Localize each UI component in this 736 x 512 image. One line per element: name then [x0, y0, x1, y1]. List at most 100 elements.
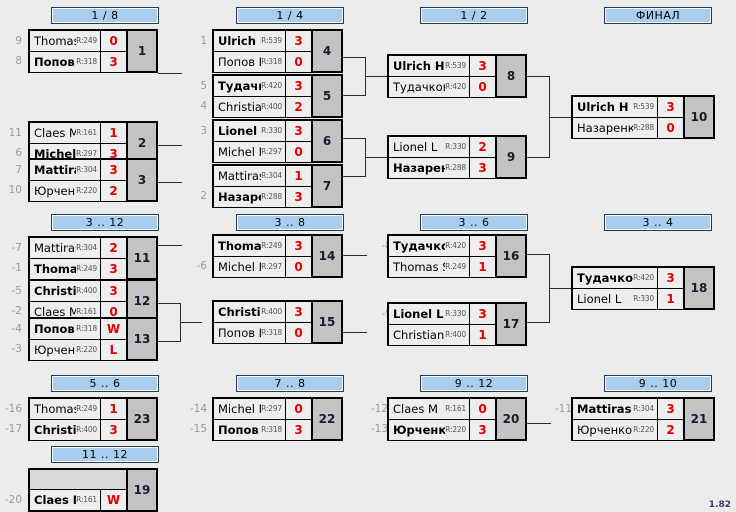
match-1-row-top[interactable]: Thomas S R:249 0 [30, 31, 126, 52]
round-header-1-8[interactable]: 1 / 8 [51, 7, 159, 24]
match-17[interactable]: Lionel L R:330 3 Christian B R:400 1 17 [387, 302, 527, 346]
match-12-row-top[interactable]: Christian B R:400 3 [30, 281, 126, 302]
match-3-row-bottom[interactable]: Юрченко С R:220 2 [30, 181, 126, 201]
match-5-row-top[interactable]: Тудачков А R:420 3 [214, 76, 311, 97]
match-19-row-bottom[interactable]: Claes M R:161 W [30, 490, 126, 510]
player-score: W [100, 490, 126, 510]
round-header-9-10[interactable]: 9 .. 10 [604, 375, 712, 392]
match-9-row-top[interactable]: Lionel L R:330 2 [389, 137, 495, 158]
connector-into-m9 [365, 157, 387, 158]
match-6[interactable]: Lionel L R:330 3 Michel M R:297 0 6 [212, 119, 343, 163]
match-16[interactable]: Тудачков А R:420 3 Thomas S R:249 1 16 [387, 234, 527, 278]
round-header-final[interactable]: ФИНАЛ [604, 7, 712, 24]
match-15-row-top[interactable]: Christian B R:400 3 [214, 302, 311, 323]
player-rating: R:420 [633, 273, 654, 282]
match-5-row-bottom[interactable]: Christian B R:400 2 [214, 97, 311, 117]
player-rating: R:220 [76, 186, 97, 195]
match-5[interactable]: Тудачков А R:420 3 Christian B R:400 2 5 [212, 74, 343, 118]
round-header-9-12[interactable]: 9 .. 12 [420, 375, 528, 392]
match-16-row-top[interactable]: Тудачков А R:420 3 [389, 236, 495, 257]
match-17-row-top[interactable]: Lionel L R:330 3 [389, 304, 495, 325]
match-1-row-bottom[interactable]: Попов И R:318 3 [30, 52, 126, 72]
player-score: 0 [285, 142, 311, 162]
match-22[interactable]: Michel M R:297 0 Попов И R:318 3 22 [212, 397, 343, 441]
match-9-row-bottom[interactable]: Назаренко М R:288 3 [389, 158, 495, 178]
match-2-row-top[interactable]: Claes M R:161 1 [30, 123, 126, 144]
match-8-row-bottom[interactable]: Тудачков А R:420 0 [389, 77, 495, 97]
match-14-row-top[interactable]: Thomas S R:249 3 [214, 236, 311, 257]
match-17-row-bottom[interactable]: Christian B R:400 1 [389, 325, 495, 345]
match-18-row-top[interactable]: Тудачков А R:420 3 [573, 268, 683, 289]
match-12-rows: Christian B R:400 3 Claes M R:161 0 [30, 281, 126, 322]
match-1[interactable]: Thomas S R:249 0 Попов И R:318 3 1 [28, 29, 158, 73]
player-name: Christian B [218, 100, 262, 114]
match-22-row-bottom[interactable]: Попов И R:318 3 [214, 420, 311, 440]
player-name: Ulrich H [218, 34, 261, 48]
round-header-11-12[interactable]: 11 .. 12 [51, 446, 159, 463]
match-10-row-top[interactable]: Ulrich H R:539 3 [573, 97, 683, 118]
match-19[interactable]: Claes M R:161 W 19 [28, 468, 158, 512]
round-header-3-6[interactable]: 3 .. 6 [420, 214, 528, 231]
match-21-row-top[interactable]: Mattiras S R:304 3 [573, 399, 683, 420]
player-name: Попов И [34, 55, 76, 69]
match-8-row-top[interactable]: Ulrich H R:539 3 [389, 56, 495, 77]
player-rating: R:330 [445, 142, 466, 151]
player-score: 0 [657, 118, 683, 138]
match-8[interactable]: Ulrich H R:539 3 Тудачков А R:420 0 8 [387, 54, 527, 98]
match-6-row-bottom[interactable]: Michel M R:297 0 [214, 142, 311, 162]
round-header-5-6[interactable]: 5 .. 6 [51, 375, 159, 392]
match-14[interactable]: Thomas S R:249 3 Michel M R:297 0 14 [212, 234, 343, 278]
match-15-row-bottom[interactable]: Попов И R:318 0 [214, 323, 311, 343]
round-header-7-8[interactable]: 7 .. 8 [236, 375, 344, 392]
match-3[interactable]: Mattiras S R:304 3 Юрченко С R:220 2 3 [28, 158, 158, 202]
player-name: Christian B [393, 328, 445, 342]
match-20-row-bottom[interactable]: Юрченко С R:220 3 [389, 420, 495, 440]
match-3-row-top[interactable]: Mattiras S R:304 3 [30, 160, 126, 181]
match-10-row-bottom[interactable]: Назаренко М R:288 0 [573, 118, 683, 138]
seed-m4-top: 1 [200, 35, 207, 47]
match-20-row-top[interactable]: Claes M R:161 0 [389, 399, 495, 420]
match-22-rows: Michel M R:297 0 Попов И R:318 3 [214, 399, 311, 440]
match-15[interactable]: Christian B R:400 3 Попов И R:318 0 15 [212, 300, 343, 344]
match-6-row-top[interactable]: Lionel L R:330 3 [214, 121, 311, 142]
match-11-row-top[interactable]: Mattiras S R:304 2 [30, 238, 126, 259]
match-21-row-bottom[interactable]: Юрченко С R:220 2 [573, 420, 683, 440]
match-4-row-bottom[interactable]: Попов И R:318 0 [214, 52, 311, 72]
match-18-row-bottom[interactable]: Lionel L R:330 1 [573, 289, 683, 309]
match-16-row-bottom[interactable]: Thomas S R:249 1 [389, 257, 495, 277]
match-18[interactable]: Тудачков А R:420 3 Lionel L R:330 1 18 [571, 266, 715, 310]
round-header-3-4[interactable]: 3 .. 4 [604, 214, 712, 231]
match-7[interactable]: Mattiras S R:304 1 Назаренко М R:288 3 7 [212, 164, 343, 208]
match-11[interactable]: Mattiras S R:304 2 Thomas S R:249 3 11 [28, 236, 158, 280]
match-10-final[interactable]: Ulrich H R:539 3 Назаренко М R:288 0 10 [571, 95, 715, 139]
match-9[interactable]: Lionel L R:330 2 Назаренко М R:288 3 9 [387, 135, 527, 179]
match-19-row-top[interactable] [30, 470, 126, 490]
match-13-row-bottom[interactable]: Юрченко С R:220 L [30, 340, 126, 360]
seed-m11-bottom: -1 [11, 262, 22, 274]
match-23[interactable]: Thomas S R:249 1 Christian B R:400 3 23 [28, 397, 158, 441]
match-number: 22 [311, 399, 341, 439]
seed-m5-bottom: 4 [200, 100, 207, 112]
match-11-row-bottom[interactable]: Thomas S R:249 3 [30, 259, 126, 279]
match-21-rows: Mattiras S R:304 3 Юрченко С R:220 2 [573, 399, 683, 440]
match-4[interactable]: Ulrich H R:539 3 Попов И R:318 0 4 [212, 29, 343, 73]
connector-into-m10 [549, 117, 571, 118]
round-header-1-4[interactable]: 1 / 4 [236, 7, 344, 24]
match-20[interactable]: Claes M R:161 0 Юрченко С R:220 3 20 [387, 397, 527, 441]
match-14-row-bottom[interactable]: Michel M R:297 0 [214, 257, 311, 277]
round-header-3-12[interactable]: 3 .. 12 [51, 214, 159, 231]
match-22-row-top[interactable]: Michel M R:297 0 [214, 399, 311, 420]
match-13[interactable]: Попов И R:318 W Юрченко С R:220 L 13 [28, 317, 158, 361]
player-score: L [100, 340, 126, 360]
player-name: Lionel L [393, 140, 438, 154]
match-23-row-bottom[interactable]: Christian B R:400 3 [30, 420, 126, 440]
match-7-row-bottom[interactable]: Назаренко М R:288 3 [214, 187, 311, 207]
round-header-3-8[interactable]: 3 .. 8 [236, 214, 344, 231]
match-4-row-top[interactable]: Ulrich H R:539 3 [214, 31, 311, 52]
player-score: 1 [285, 166, 311, 186]
round-header-1-2[interactable]: 1 / 2 [420, 7, 528, 24]
match-21[interactable]: Mattiras S R:304 3 Юрченко С R:220 2 21 [571, 397, 715, 441]
match-13-row-top[interactable]: Попов И R:318 W [30, 319, 126, 340]
match-7-row-top[interactable]: Mattiras S R:304 1 [214, 166, 311, 187]
match-23-row-top[interactable]: Thomas S R:249 1 [30, 399, 126, 420]
